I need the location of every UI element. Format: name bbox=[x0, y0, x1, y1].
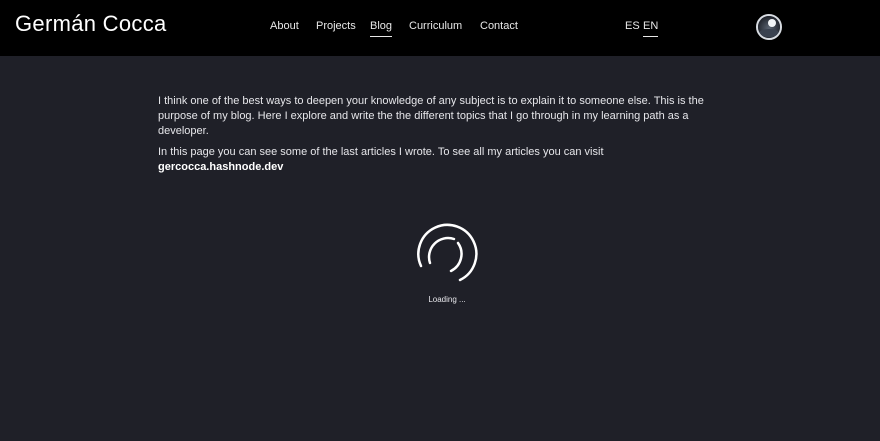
moon-icon bbox=[758, 16, 780, 38]
loading-text: Loading ... bbox=[428, 295, 466, 304]
language-en[interactable]: EN bbox=[643, 18, 659, 37]
site-header: Germán Cocca About Projects Blog Curricu… bbox=[0, 0, 880, 56]
language-es[interactable]: ES bbox=[625, 18, 640, 36]
nav-curriculum[interactable]: Curriculum bbox=[409, 18, 462, 36]
loading-spinner-icon bbox=[417, 223, 478, 282]
intro-paragraph: I think one of the best ways to deepen y… bbox=[158, 95, 704, 137]
nav-projects[interactable]: Projects bbox=[316, 18, 356, 36]
nav-about[interactable]: About bbox=[270, 18, 299, 36]
site-title[interactable]: Germán Cocca bbox=[15, 10, 167, 38]
blog-intro: I think one of the best ways to deepen y… bbox=[158, 94, 723, 181]
nav-blog[interactable]: Blog bbox=[370, 18, 393, 37]
nav-contact[interactable]: Contact bbox=[480, 18, 518, 36]
hashnode-link[interactable]: gercocca.hashnode.dev bbox=[158, 161, 283, 173]
articles-paragraph: In this page you can see some of the las… bbox=[158, 145, 723, 175]
theme-toggle-button[interactable] bbox=[756, 14, 782, 40]
articles-text: In this page you can see some of the las… bbox=[158, 146, 604, 158]
